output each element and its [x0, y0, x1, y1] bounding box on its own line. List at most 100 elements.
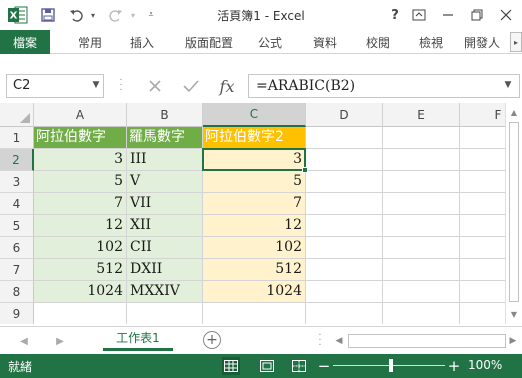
column-header-b[interactable]: B [127, 103, 203, 127]
cell-e9[interactable] [383, 303, 460, 324]
row-header-9[interactable]: 9 [0, 303, 34, 324]
cell-c5[interactable]: 12 [203, 215, 306, 237]
tab-view[interactable]: 檢視 [411, 30, 451, 54]
tab-file[interactable]: 檔案 [0, 30, 50, 54]
tab-review[interactable]: 校閱 [358, 30, 398, 54]
column-header-c[interactable]: C [203, 103, 306, 127]
cell-b7[interactable]: DXII [127, 259, 203, 281]
enter-icon[interactable] [178, 75, 204, 97]
tab-page-layout[interactable]: 版面配置 [178, 30, 240, 54]
scroll-left-icon[interactable]: ◀ [333, 334, 345, 348]
scroll-down-icon[interactable]: ▼ [506, 306, 522, 323]
cell-a4[interactable]: 7 [34, 193, 127, 215]
sheet-tab-1[interactable]: 工作表1 [103, 327, 173, 351]
cell-d6[interactable] [306, 237, 383, 259]
save-icon[interactable] [38, 5, 58, 25]
select-all-button[interactable] [0, 103, 34, 127]
tab-insert[interactable]: 插入 [122, 30, 162, 54]
cell-b2[interactable]: III [127, 149, 203, 171]
cell-e7[interactable] [383, 259, 460, 281]
scroll-up-icon[interactable]: ▲ [506, 104, 522, 121]
formula-bar-resize-handle[interactable]: · · · [118, 76, 124, 96]
cell-c4[interactable]: 7 [203, 193, 306, 215]
cell-c6[interactable]: 102 [203, 237, 306, 259]
cell-c2[interactable]: 3 [203, 149, 306, 171]
redo-icon[interactable] [106, 5, 126, 25]
column-header-d[interactable]: D [306, 103, 383, 127]
cell-c1[interactable]: 阿拉伯數字2 [203, 127, 306, 149]
cancel-icon[interactable] [142, 75, 168, 97]
cell-b3[interactable]: V [127, 171, 203, 193]
tab-home[interactable]: 常用 [70, 30, 110, 54]
cell-d2[interactable] [306, 149, 383, 171]
customize-qat-icon[interactable]: ⩡ [144, 5, 158, 25]
cell-a6[interactable]: 102 [34, 237, 127, 259]
horizontal-scroll-thumb[interactable] [348, 334, 506, 348]
cell-d3[interactable] [306, 171, 383, 193]
cell-c9[interactable] [203, 303, 306, 324]
row-header-8[interactable]: 8 [0, 281, 34, 303]
cell-b1[interactable]: 羅馬數字 [127, 127, 203, 149]
cell-a7[interactable]: 512 [34, 259, 127, 281]
vertical-scroll-thumb[interactable] [509, 122, 519, 302]
cell-d4[interactable] [306, 193, 383, 215]
tab-formulas[interactable]: 公式 [250, 30, 290, 54]
expand-formula-bar-icon[interactable]: ▼ [502, 78, 514, 92]
cell-d8[interactable] [306, 281, 383, 303]
cell-b9[interactable] [127, 303, 203, 324]
row-header-1[interactable]: 1 [0, 127, 34, 149]
ribbon-display-options-icon[interactable] [408, 4, 430, 26]
excel-icon[interactable]: X [8, 6, 28, 24]
cell-a3[interactable]: 5 [34, 171, 127, 193]
cell-d5[interactable] [306, 215, 383, 237]
column-header-e[interactable]: E [383, 103, 460, 127]
cell-a5[interactable]: 12 [34, 215, 127, 237]
previous-sheet-icon[interactable]: ◀ [16, 333, 32, 349]
cell-b5[interactable]: XII [127, 215, 203, 237]
cell-e6[interactable] [383, 237, 460, 259]
cell-a2[interactable]: 3 [34, 149, 127, 171]
zoom-in-icon[interactable]: + [448, 356, 461, 376]
cell-c7[interactable]: 512 [203, 259, 306, 281]
minimize-icon[interactable] [437, 4, 459, 26]
cell-c8[interactable]: 1024 [203, 281, 306, 303]
spreadsheet-grid[interactable]: A B C D E F 1 阿拉伯數字 羅馬數字 阿拉伯數字2 2 3 III 3 3 5 V 5 4 7 VII 7 5 1… [0, 103, 522, 324]
close-icon[interactable] [495, 4, 517, 26]
row-header-7[interactable]: 7 [0, 259, 34, 281]
ribbon-scroll-right-icon[interactable]: ▸ [510, 32, 522, 52]
insert-function-icon[interactable]: fx [214, 75, 240, 97]
cell-b6[interactable]: CII [127, 237, 203, 259]
page-layout-view-icon[interactable] [258, 357, 276, 375]
cell-d7[interactable] [306, 259, 383, 281]
name-box-dropdown-icon[interactable]: ▼ [90, 74, 102, 96]
cell-b4[interactable]: VII [127, 193, 203, 215]
undo-dropdown-icon[interactable]: ▾ [88, 5, 98, 25]
cell-a8[interactable]: 1024 [34, 281, 127, 303]
normal-view-icon[interactable] [222, 357, 240, 375]
cell-d9[interactable] [306, 303, 383, 324]
fill-handle[interactable] [302, 167, 308, 173]
cell-e5[interactable] [383, 215, 460, 237]
zoom-slider-thumb[interactable] [389, 359, 393, 372]
cell-a9[interactable] [34, 303, 127, 324]
cell-e1[interactable] [383, 127, 460, 149]
restore-icon[interactable] [466, 4, 488, 26]
add-sheet-icon[interactable]: + [203, 331, 221, 349]
scroll-right-icon[interactable]: ▶ [507, 334, 519, 348]
cell-e8[interactable] [383, 281, 460, 303]
zoom-level[interactable]: 100% [468, 358, 502, 372]
zoom-out-icon[interactable]: − [318, 356, 331, 376]
cell-a1[interactable]: 阿拉伯數字 [34, 127, 127, 149]
tab-developer[interactable]: 開發人 [464, 30, 510, 54]
vertical-scrollbar[interactable]: ▲ ▼ [505, 103, 522, 324]
cell-c3[interactable]: 5 [203, 171, 306, 193]
page-break-preview-icon[interactable] [290, 357, 308, 375]
row-header-4[interactable]: 4 [0, 193, 34, 215]
next-sheet-icon[interactable]: ▶ [52, 333, 68, 349]
cell-d1[interactable] [306, 127, 383, 149]
row-header-2[interactable]: 2 [0, 149, 34, 171]
tab-split-handle[interactable]: · · · [317, 331, 323, 351]
help-button[interactable]: ? [384, 4, 406, 26]
row-header-6[interactable]: 6 [0, 237, 34, 259]
tab-data[interactable]: 資料 [305, 30, 345, 54]
